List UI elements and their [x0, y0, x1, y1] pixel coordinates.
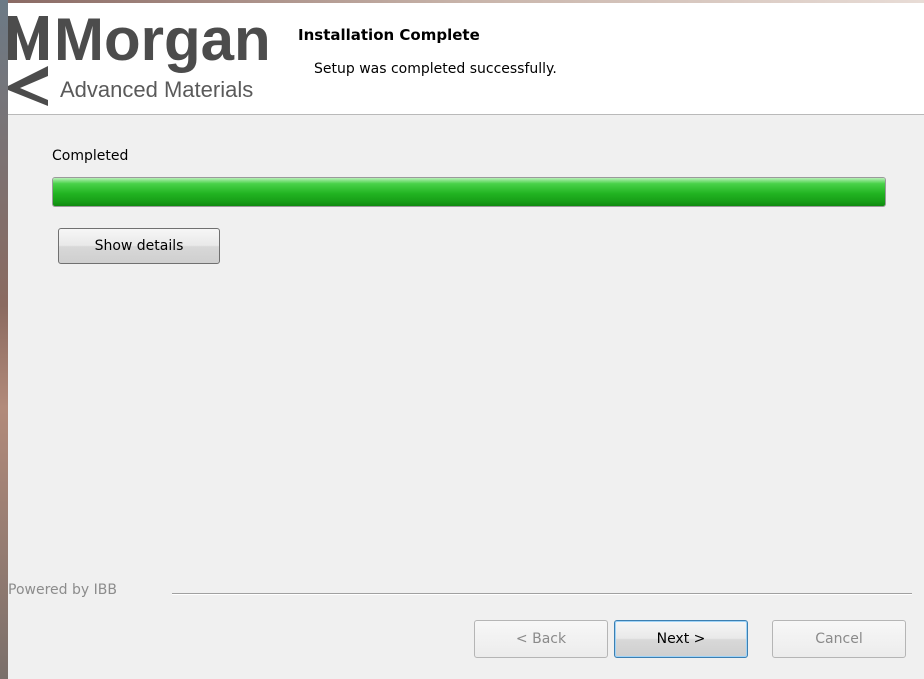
logo-wordmark: Morgan — [54, 6, 271, 73]
header-accent-line — [8, 0, 924, 3]
powered-by-label: Powered by IBB — [8, 582, 125, 598]
footer-divider — [172, 593, 912, 595]
cancel-button[interactable]: Cancel — [772, 620, 906, 658]
install-progress-bar — [52, 177, 886, 207]
progress-status-label: Completed — [52, 148, 129, 164]
show-details-button[interactable]: Show details — [58, 228, 220, 264]
next-button[interactable]: Next > — [614, 620, 748, 658]
logo-tagline: Advanced Materials — [60, 77, 254, 102]
morgan-logo: Morgan Advanced Materials — [8, 6, 298, 106]
back-button[interactable]: < Back — [474, 620, 608, 658]
page-subtitle: Setup was completed successfully. — [314, 61, 557, 77]
install-progress-fill — [53, 178, 885, 206]
page-title: Installation Complete — [298, 26, 480, 44]
installer-header: Morgan Advanced Materials Installation C… — [8, 0, 924, 115]
morgan-logo-mark-icon — [8, 16, 48, 106]
window-frame-edge — [0, 0, 8, 679]
